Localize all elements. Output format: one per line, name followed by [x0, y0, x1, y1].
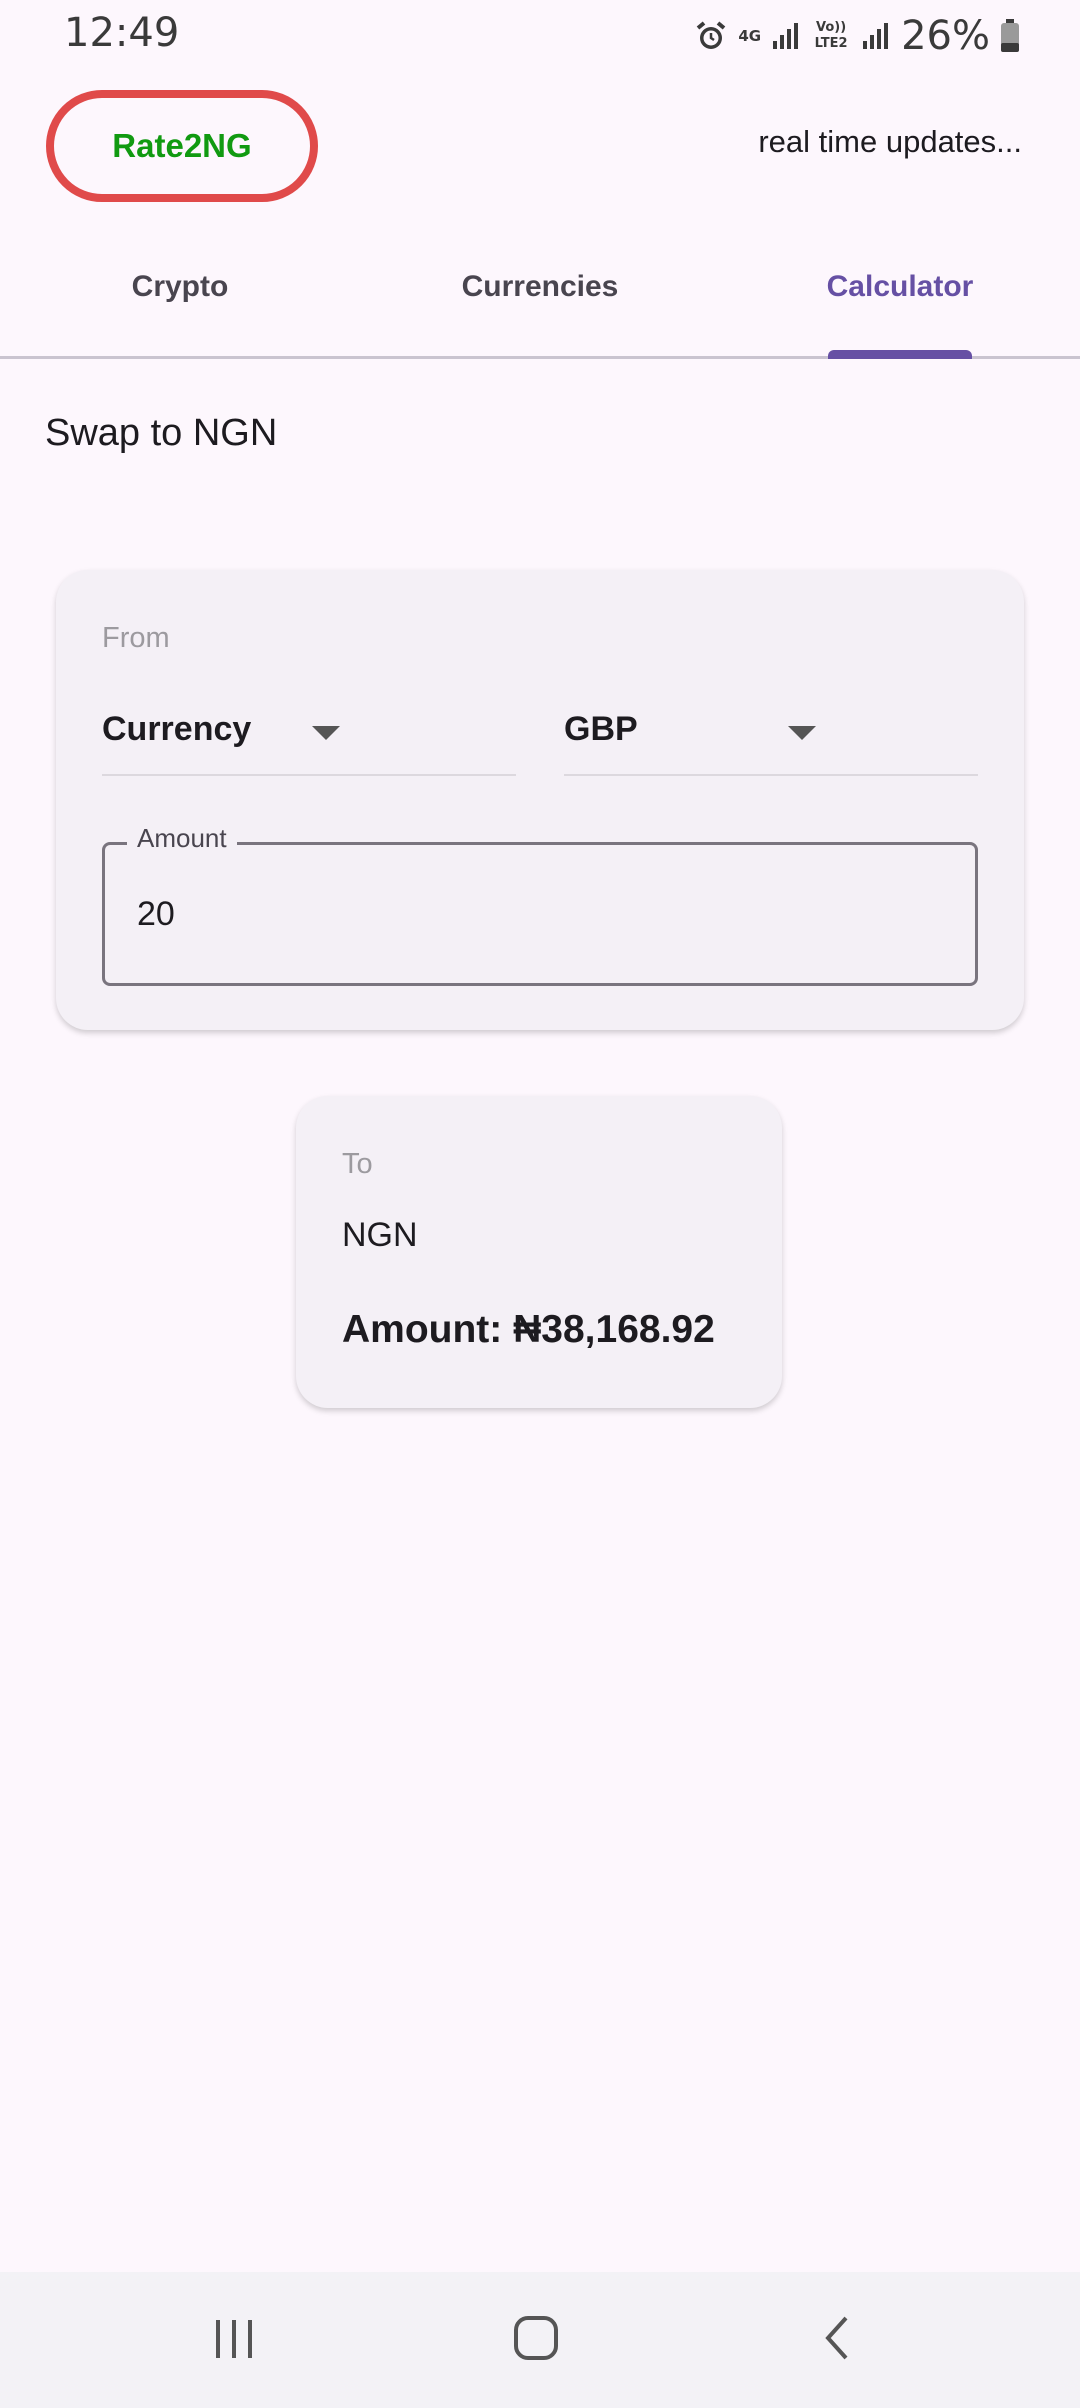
amount-input[interactable]: Amount 20	[102, 823, 978, 986]
recents-button[interactable]	[154, 2272, 314, 2408]
realtime-updates-text: real time updates...	[758, 124, 1022, 159]
alarm-icon	[694, 19, 728, 53]
status-time: 12:49	[64, 10, 180, 56]
converted-amount: Amount: ₦38,168.92	[342, 1308, 715, 1351]
page-title: Swap to NGN	[45, 412, 278, 454]
tab-indicator	[828, 350, 972, 359]
recents-icon	[210, 2314, 258, 2367]
app-logo-text: Rate2NG	[112, 127, 252, 164]
back-button[interactable]	[758, 2272, 918, 2408]
back-icon	[814, 2314, 862, 2367]
amount-input-value[interactable]: 20	[137, 895, 175, 934]
home-button[interactable]	[456, 2272, 616, 2408]
type-dropdown[interactable]: Currency	[102, 688, 516, 776]
signal-icon	[861, 21, 891, 51]
status-bar: 12:49 4G Vo)) LTE2 26%	[0, 0, 1080, 72]
battery-icon	[1000, 19, 1020, 53]
battery-percent: 26%	[901, 13, 990, 59]
amount-field-label: Amount	[127, 823, 237, 854]
tab-crypto[interactable]: Crypto	[0, 232, 360, 356]
volte-icon: Vo)) LTE2	[814, 20, 848, 51]
to-card: To NGN Amount: ₦38,168.92	[296, 1096, 782, 1408]
system-nav-bar	[0, 2272, 1080, 2408]
to-currency: NGN	[342, 1216, 418, 1254]
status-icons: 4G Vo)) LTE2 26%	[694, 12, 1020, 60]
from-label: From	[102, 622, 170, 654]
app-logo: Rate2NG	[46, 90, 318, 202]
from-card: From Currency GBP Amount 20	[56, 570, 1024, 1030]
to-label: To	[342, 1148, 373, 1180]
currency-dropdown[interactable]: GBP	[564, 688, 978, 776]
signal-icon	[771, 21, 801, 51]
tab-currencies[interactable]: Currencies	[360, 232, 720, 356]
currency-dropdown-value: GBP	[564, 710, 638, 748]
chevron-down-icon	[788, 726, 816, 740]
chevron-down-icon	[312, 726, 340, 740]
tab-bar: Crypto Currencies Calculator	[0, 232, 1080, 359]
tab-calculator[interactable]: Calculator	[720, 232, 1080, 356]
tab-label: Calculator	[826, 270, 974, 303]
network-4g-icon: 4G	[738, 27, 762, 45]
home-icon	[512, 2314, 560, 2367]
type-dropdown-value: Currency	[102, 710, 252, 748]
tab-label: Currencies	[461, 270, 619, 303]
tab-label: Crypto	[131, 270, 229, 303]
